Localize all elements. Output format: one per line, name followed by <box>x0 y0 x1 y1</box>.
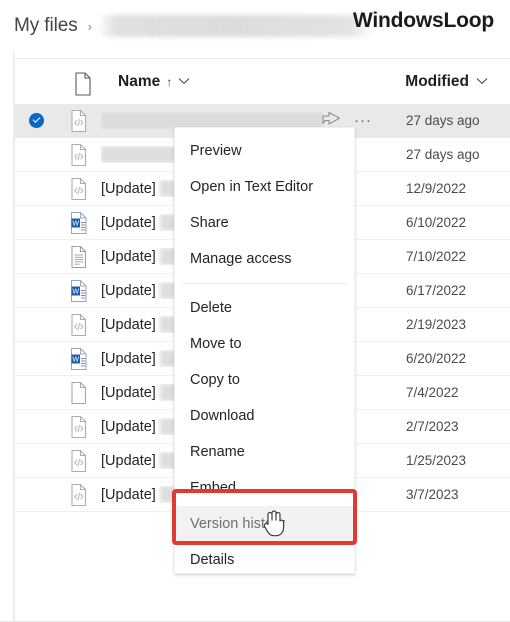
code-file-icon <box>57 109 101 133</box>
code-file-icon <box>57 449 101 473</box>
file-modified-date: 2/7/2023 <box>406 419 459 434</box>
document-icon <box>73 72 93 96</box>
menu-item-label: Delete <box>190 300 232 316</box>
file-modified-date: 6/10/2022 <box>406 215 467 230</box>
menu-item-label: Move to <box>190 336 242 352</box>
code-file-icon <box>57 415 101 439</box>
code-file-icon <box>57 483 101 507</box>
ellipsis-icon[interactable]: ··· <box>354 113 372 128</box>
menu-item-label: Manage access <box>190 251 292 267</box>
menu-item-rename[interactable]: Rename <box>175 434 354 470</box>
menu-item-embed[interactable]: Embed <box>175 470 354 506</box>
checkmark-icon <box>28 113 44 128</box>
menu-item-delete[interactable]: Delete <box>175 290 354 326</box>
menu-item-preview[interactable]: Preview <box>175 133 354 169</box>
menu-item-label: Rename <box>190 444 245 460</box>
menu-item-share[interactable]: Share <box>175 205 354 241</box>
menu-item-label: Share <box>190 215 229 231</box>
file-name-text: [Update] <box>101 214 156 231</box>
file-name-text: [Update] <box>101 384 156 401</box>
menu-separator <box>183 283 346 284</box>
list-column-header: Name ↑ Modified <box>14 58 510 104</box>
menu-item-label: Open in Text Editor <box>190 179 314 195</box>
file-modified-date: 7/4/2022 <box>406 385 459 400</box>
chevron-down-icon[interactable] <box>178 76 190 88</box>
blank-file-icon <box>57 381 101 405</box>
file-name-text: [Update] <box>101 350 156 367</box>
file-modified-date: 27 days ago <box>406 113 480 128</box>
file-modified-date: 7/10/2022 <box>406 249 467 264</box>
menu-item-download[interactable]: Download <box>175 398 354 434</box>
menu-item-label: Copy to <box>190 372 240 388</box>
mouse-cursor-pointer-icon <box>262 508 288 538</box>
svg-text:W: W <box>72 356 79 363</box>
menu-item-label: Preview <box>190 143 242 159</box>
file-modified-date: 27 days ago <box>406 147 480 162</box>
file-name-text: [Update] <box>101 180 156 197</box>
file-name-text: [Update] <box>101 486 156 503</box>
row-select-checkbox[interactable] <box>15 113 57 128</box>
sort-ascending-icon: ↑ <box>166 74 173 89</box>
chevron-down-icon[interactable] <box>476 76 488 88</box>
file-modified-date: 6/17/2022 <box>406 283 467 298</box>
svg-text:W: W <box>72 288 79 295</box>
file-name-text: [Update] <box>101 418 156 435</box>
breadcrumb-separator-icon: › <box>87 18 92 34</box>
svg-text:W: W <box>72 220 79 227</box>
column-header-modified[interactable]: Modified <box>405 73 488 91</box>
menu-item-copy-to[interactable]: Copy to <box>175 362 354 398</box>
column-header-name-label: Name <box>118 72 161 90</box>
column-header-modified-label: Modified <box>405 72 469 90</box>
file-modified-date: 12/9/2022 <box>406 181 467 196</box>
file-modified-date: 2/19/2023 <box>406 317 467 332</box>
code-file-icon <box>57 177 101 201</box>
text-file-icon <box>57 245 101 269</box>
code-file-icon <box>57 143 101 167</box>
breadcrumb-redacted-segment[interactable] <box>100 15 371 37</box>
file-name-text: [Update] <box>101 316 156 333</box>
context-menu[interactable]: Preview Open in Text Editor Share Manage ac… <box>174 127 355 574</box>
word-file-icon: W <box>57 279 101 303</box>
word-file-icon: W <box>57 211 101 235</box>
file-name-text: [Update] <box>101 282 156 299</box>
menu-item-details[interactable]: Details <box>175 542 354 578</box>
word-file-icon: W <box>57 347 101 371</box>
code-file-icon <box>57 313 101 337</box>
menu-item-label: Embed <box>190 480 236 496</box>
menu-item-open-in-text-editor[interactable]: Open in Text Editor <box>175 169 354 205</box>
file-modified-date: 3/7/2023 <box>406 487 459 502</box>
menu-item-move-to[interactable]: Move to <box>175 326 354 362</box>
menu-item-label: Download <box>190 408 255 424</box>
file-modified-date: 6/20/2022 <box>406 351 467 366</box>
menu-item-manage-access[interactable]: Manage access <box>175 241 354 277</box>
breadcrumb-my-files[interactable]: My files <box>14 15 78 37</box>
brand-title: WindowsLoop <box>352 9 494 32</box>
onedrive-file-browser: My files › WindowsLoop Name ↑ Modified ·… <box>0 0 510 622</box>
file-modified-date: 1/25/2023 <box>406 453 467 468</box>
file-name-text: [Update] <box>101 248 156 265</box>
menu-item-label: Details <box>190 552 235 568</box>
column-header-name[interactable]: Name ↑ <box>118 73 190 91</box>
file-name-text: [Update] <box>101 452 156 469</box>
